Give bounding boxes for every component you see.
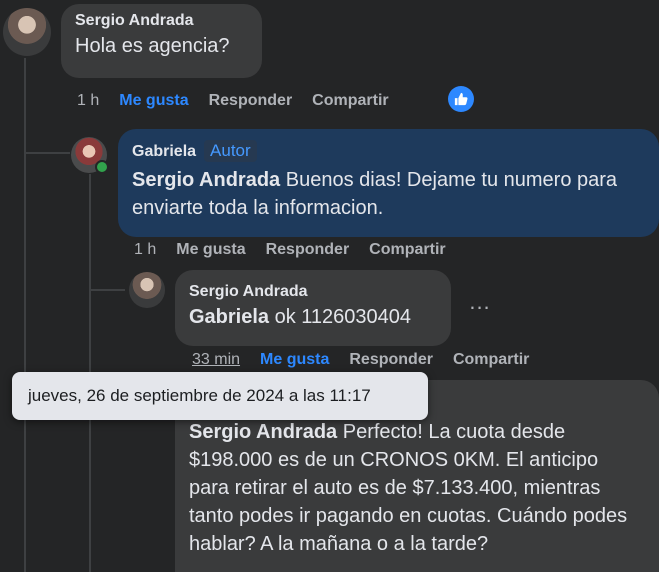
share-button[interactable]: Compartir bbox=[369, 241, 445, 258]
comment-author[interactable]: Gabriela bbox=[132, 143, 196, 160]
reply-button[interactable]: Responder bbox=[349, 351, 433, 368]
avatar[interactable] bbox=[3, 8, 51, 56]
comment-author-row: Gabriela Autor bbox=[132, 140, 645, 162]
comment-text: Sergio Andrada Perfecto! La cuota desde … bbox=[189, 418, 639, 558]
mention-link[interactable]: Gabriela bbox=[189, 306, 269, 328]
comment-author[interactable]: Sergio Andrada bbox=[189, 283, 437, 301]
reply-button[interactable]: Responder bbox=[266, 241, 350, 258]
comment-bubble: Sergio Andrada Hola es agencia? bbox=[61, 4, 262, 78]
like-button[interactable]: Me gusta bbox=[119, 92, 188, 109]
more-options-icon[interactable]: ... bbox=[465, 291, 495, 322]
mention-link[interactable]: Sergio Andrada bbox=[189, 421, 337, 443]
comment-bubble: Gabriela Autor Sergio Andrada Buenos dias… bbox=[118, 129, 659, 237]
comment-text: Gabriela ok 1126030404 bbox=[189, 303, 437, 331]
like-button[interactable]: Me gusta bbox=[260, 351, 329, 368]
comment-time[interactable]: 33 min bbox=[192, 351, 240, 368]
thread-connector-2 bbox=[91, 289, 125, 291]
comment-bubble: Sergio Andrada Gabriela ok 1126030404 bbox=[175, 270, 451, 346]
avatar[interactable] bbox=[71, 137, 109, 174]
share-button[interactable]: Compartir bbox=[312, 92, 388, 109]
timestamp-tooltip: jueves, 26 de septiembre de 2024 a las 1… bbox=[12, 372, 428, 420]
comment-author[interactable]: Sergio Andrada bbox=[75, 12, 248, 30]
comment-actions: 33 min Me gusta Responder Compartir bbox=[192, 351, 549, 369]
author-badge: Autor bbox=[204, 140, 257, 162]
comment-text: Sergio Andrada Buenos dias! Dejame tu nu… bbox=[132, 166, 645, 222]
thread-line-main bbox=[24, 58, 26, 572]
comment-text: Hola es agencia? bbox=[75, 35, 230, 57]
thread-connector-1 bbox=[26, 152, 70, 154]
comment-actions: 1 h Me gusta Responder Compartir bbox=[77, 92, 409, 110]
avatar[interactable] bbox=[129, 272, 165, 308]
comment-actions: 1 h Me gusta Responder Compartir bbox=[134, 241, 466, 259]
online-status-dot bbox=[95, 160, 109, 174]
mention-link[interactable]: Sergio Andrada bbox=[132, 169, 280, 191]
like-button[interactable]: Me gusta bbox=[176, 241, 245, 258]
comment-body: ok 1126030404 bbox=[269, 306, 412, 328]
reply-button[interactable]: Responder bbox=[209, 92, 293, 109]
comment-time[interactable]: 1 h bbox=[134, 241, 156, 258]
share-button[interactable]: Compartir bbox=[453, 351, 529, 368]
like-thumb-icon[interactable] bbox=[448, 86, 474, 112]
comment-time[interactable]: 1 h bbox=[77, 92, 99, 109]
